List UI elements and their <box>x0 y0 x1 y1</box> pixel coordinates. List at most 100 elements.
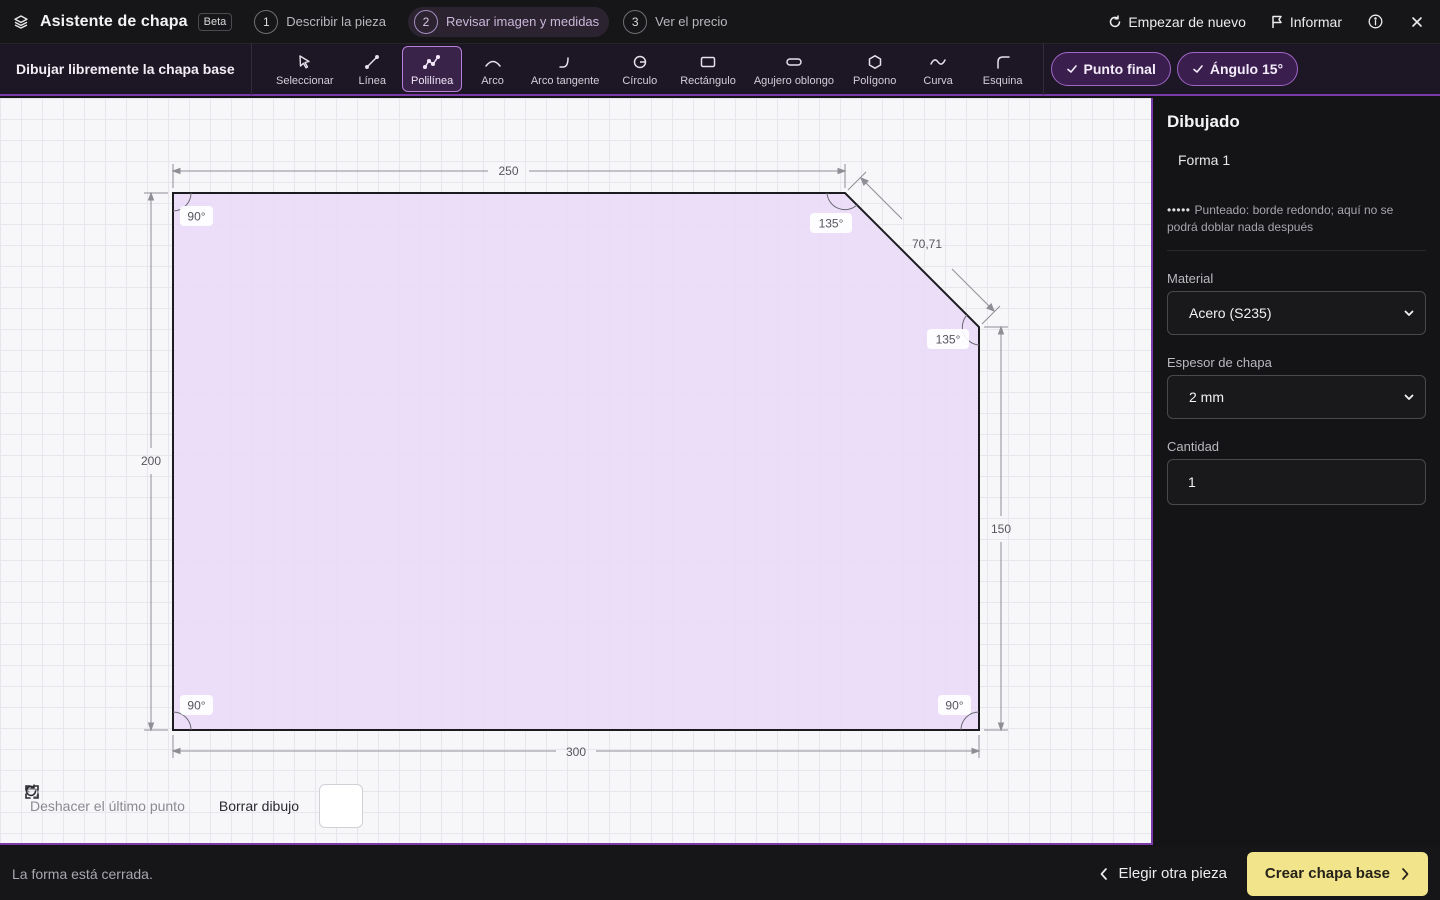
tool-polygon[interactable]: Polígono <box>844 46 905 92</box>
shape-list-item[interactable]: Forma 1 <box>1167 152 1426 168</box>
tool-curve[interactable]: Curva <box>907 46 968 92</box>
thickness-value: 2 mm <box>1189 389 1224 405</box>
fit-view-button[interactable] <box>25 784 364 828</box>
tool-line[interactable]: Línea <box>344 46 400 92</box>
chevron-right-icon <box>1400 867 1410 881</box>
toolbar-title: Dibujar libremente la chapa base <box>0 43 252 95</box>
drawing-canvas[interactable]: 250 200 150 300 70,71 90° 135° 135° 90° … <box>0 98 1153 845</box>
tool-slot[interactable]: Agujero oblongo <box>746 46 842 92</box>
flag-icon <box>1270 15 1284 29</box>
restart-button[interactable]: Empezar de nuevo <box>1108 14 1246 30</box>
dimension-diagonal-label: 70,71 <box>912 237 942 251</box>
check-icon <box>1192 63 1204 75</box>
tool-label: Seleccionar <box>276 74 334 87</box>
tool-tangent-arc[interactable]: Arco tangente <box>523 46 608 92</box>
sheet-shape[interactable] <box>172 192 980 731</box>
report-button[interactable]: Informar <box>1270 14 1342 30</box>
undo-last-point-button[interactable]: Deshacer el último punto <box>24 785 185 814</box>
undo-label: Deshacer el último punto <box>30 798 185 814</box>
step-2[interactable]: 2 Revisar imagen y medidas <box>407 6 610 37</box>
tool-polyline[interactable]: Polilínea <box>402 46 463 92</box>
angle-text: 135° <box>936 333 961 347</box>
clear-label: Borrar dibujo <box>218 798 300 814</box>
tool-arc[interactable]: Arco <box>464 46 521 92</box>
snap-endpoint-toggle[interactable]: Punto final <box>1050 52 1171 86</box>
step-label: Revisar imagen y medidas <box>445 14 600 29</box>
corner-icon <box>995 52 1011 72</box>
dotted-line-icon: ••••• <box>1167 203 1191 217</box>
angle-text: 135° <box>819 217 844 231</box>
back-label: Elegir otra pieza <box>1118 865 1227 882</box>
refresh-icon <box>1108 14 1122 29</box>
angle-text: 90° <box>187 210 205 224</box>
dimension-right-label: 150 <box>991 522 1011 536</box>
primary-label: Crear chapa base <box>1264 865 1390 882</box>
tool-circle[interactable]: Círculo <box>609 46 670 92</box>
chevron-down-icon <box>1403 391 1415 403</box>
info-button[interactable] <box>1366 13 1384 31</box>
step-3[interactable]: 3 Ver el precio <box>621 7 737 37</box>
thickness-select[interactable]: 2 mm <box>1167 375 1426 419</box>
cursor-icon <box>297 52 313 72</box>
snap-angle-toggle[interactable]: Ángulo 15° <box>1176 52 1299 86</box>
dimension-bottom-label: 300 <box>566 745 586 759</box>
tool-label: Arco tangente <box>530 74 600 87</box>
snap-angle-label: Ángulo 15° <box>1209 61 1284 77</box>
note-text: Punteado: borde redondo; aquí no se podr… <box>1167 203 1394 234</box>
quantity-value: 1 <box>1188 474 1196 490</box>
step-number: 1 <box>254 9 279 34</box>
tool-select[interactable]: Seleccionar <box>262 46 342 92</box>
tool-label: Arco <box>481 74 504 87</box>
curve-icon <box>929 52 947 72</box>
drawing-toolbar: Dibujar libremente la chapa base Selecci… <box>0 43 1440 96</box>
canvas-actions: Deshacer el último punto Borrar dibujo <box>24 784 364 828</box>
tool-rectangle[interactable]: Rectángulo <box>672 46 744 92</box>
tool-group: Seleccionar Línea Polilínea Arco Arco ta… <box>252 43 1037 95</box>
tool-label: Rectángulo <box>680 74 736 87</box>
tool-corner[interactable]: Esquina <box>971 46 1035 92</box>
line-icon <box>364 52 380 72</box>
polyline-icon <box>423 52 441 72</box>
bottom-bar: La forma está cerrada. Elegir otra pieza… <box>0 847 1440 900</box>
angle-text: 90° <box>187 699 205 713</box>
snap-endpoint-label: Punto final <box>1083 61 1156 77</box>
top-bar: Asistente de chapa Beta 1 Describir la p… <box>0 0 1440 44</box>
angle-label-top-left: 90° <box>180 206 213 226</box>
report-label: Informar <box>1289 13 1342 30</box>
tool-label: Esquina <box>982 74 1023 87</box>
quantity-input[interactable]: 1 <box>1167 459 1426 505</box>
step-label: Describir la pieza <box>286 14 386 29</box>
status-text: La forma está cerrada. <box>12 865 153 882</box>
restart-label: Empezar de nuevo <box>1128 13 1246 30</box>
choose-other-part-button[interactable]: Elegir otra pieza <box>1099 865 1227 882</box>
check-icon <box>1066 63 1078 75</box>
beta-badge: Beta <box>197 12 233 31</box>
properties-panel: Dibujado Forma 1 ••••• Punteado: borde re… <box>1156 98 1440 845</box>
material-label: Material <box>1167 271 1214 286</box>
layers-icon <box>12 13 30 31</box>
header-actions: Empezar de nuevo Informar <box>1084 13 1440 31</box>
clear-drawing-button[interactable]: Borrar dibujo <box>25 784 300 814</box>
tool-label: Línea <box>358 74 387 87</box>
rectangle-icon <box>699 52 717 72</box>
chevron-left-icon <box>1099 867 1109 881</box>
sketch-svg[interactable]: 250 200 150 300 70,71 90° 135° 135° 90° … <box>0 98 1153 845</box>
panel-title: Dibujado <box>1167 112 1240 131</box>
circle-icon <box>632 52 648 72</box>
step-number: 2 <box>413 9 438 34</box>
tool-label: Polilínea <box>411 74 454 87</box>
footer-actions: Elegir otra pieza Crear chapa base <box>1099 851 1440 896</box>
step-1[interactable]: 1 Describir la pieza <box>252 7 396 37</box>
tool-label: Círculo <box>622 74 658 87</box>
material-select[interactable]: Acero (S235) <box>1167 291 1426 335</box>
tool-label: Agujero oblongo <box>753 74 834 87</box>
angle-label-top-right-1: 135° <box>810 213 852 233</box>
step-label: Ver el precio <box>655 14 728 29</box>
chevron-down-icon <box>1403 307 1415 319</box>
create-base-sheet-button[interactable]: Crear chapa base <box>1246 851 1428 896</box>
dimension-left-label: 200 <box>141 454 161 468</box>
step-number: 3 <box>623 9 648 34</box>
tool-label: Curva <box>923 74 953 87</box>
dotted-edge-note: ••••• Punteado: borde redondo; aquí no se… <box>1167 202 1426 251</box>
close-button[interactable] <box>1408 13 1426 31</box>
